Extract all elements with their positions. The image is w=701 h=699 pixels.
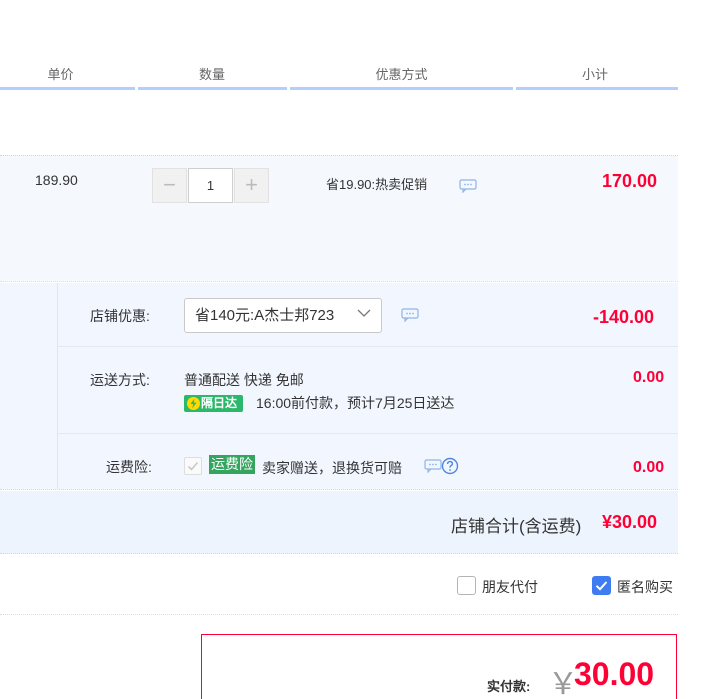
insurance-desc: 卖家赠送，退换货可赔 <box>262 460 402 476</box>
shipping-amount: 0.00 <box>633 369 665 386</box>
chevron-down-icon <box>357 309 371 317</box>
header-quantity: 数量 <box>198 67 225 82</box>
qty-minus-button[interactable]: − <box>152 168 187 203</box>
insurance-label: 运费险: <box>106 459 152 475</box>
header-subtotal: 小计 <box>581 67 608 82</box>
quantity-stepper: − 1 + <box>152 168 269 203</box>
divider <box>58 433 678 434</box>
divider <box>58 346 678 347</box>
payment-label: 实付款: <box>487 679 531 694</box>
insurance-amount: 0.00 <box>633 459 665 476</box>
divider <box>0 614 678 615</box>
lightning-icon <box>187 397 200 410</box>
shipping-label: 运送方式: <box>90 372 150 388</box>
comment-icon[interactable] <box>459 179 477 193</box>
payment-amount: 30.00 <box>574 656 655 692</box>
shop-coupon-label: 店铺优惠: <box>90 308 150 324</box>
header-underline <box>138 87 287 90</box>
item-discount: 省19.90:热卖促销 <box>326 177 428 192</box>
delivery-note: 16:00前付款，预计7月25日送达 <box>256 395 455 411</box>
comment-icon[interactable] <box>401 308 419 322</box>
shipping-method: 普通配送 快递 免邮 <box>184 372 304 388</box>
next-day-badge-text: 隔日达 <box>201 396 238 410</box>
coupon-amount: -140.00 <box>593 307 655 327</box>
header-underline <box>516 87 678 90</box>
shop-total-label: 店铺合计(含运费) <box>451 517 582 536</box>
header-price: 单价 <box>47 67 74 82</box>
friend-pay-label[interactable]: 朋友代付 <box>482 577 538 597</box>
item-subtotal: 170.00 <box>602 171 658 191</box>
anonymous-checkbox[interactable] <box>592 576 611 595</box>
item-price: 189.90 <box>35 172 78 188</box>
next-day-badge: 隔日达 <box>184 395 243 412</box>
shop-total-value: ¥30.00 <box>602 512 658 532</box>
coupon-select[interactable]: 省140元:A杰士邦723 <box>184 298 382 333</box>
question-icon[interactable] <box>441 457 459 475</box>
friend-pay-checkbox[interactable] <box>457 576 476 595</box>
header-underline <box>0 87 135 90</box>
divider <box>57 283 58 490</box>
header-discount: 优惠方式 <box>375 67 428 82</box>
qty-input[interactable]: 1 <box>188 168 233 203</box>
coupon-select-value: 省140元:A杰士邦723 <box>195 307 335 324</box>
insurance-tag: 运费险 <box>209 455 255 474</box>
qty-plus-button[interactable]: + <box>234 168 269 203</box>
header-underline <box>290 87 513 90</box>
anonymous-label[interactable]: 匿名购买 <box>617 577 673 597</box>
comment-icon[interactable] <box>424 459 442 473</box>
insurance-checkbox <box>184 457 202 475</box>
